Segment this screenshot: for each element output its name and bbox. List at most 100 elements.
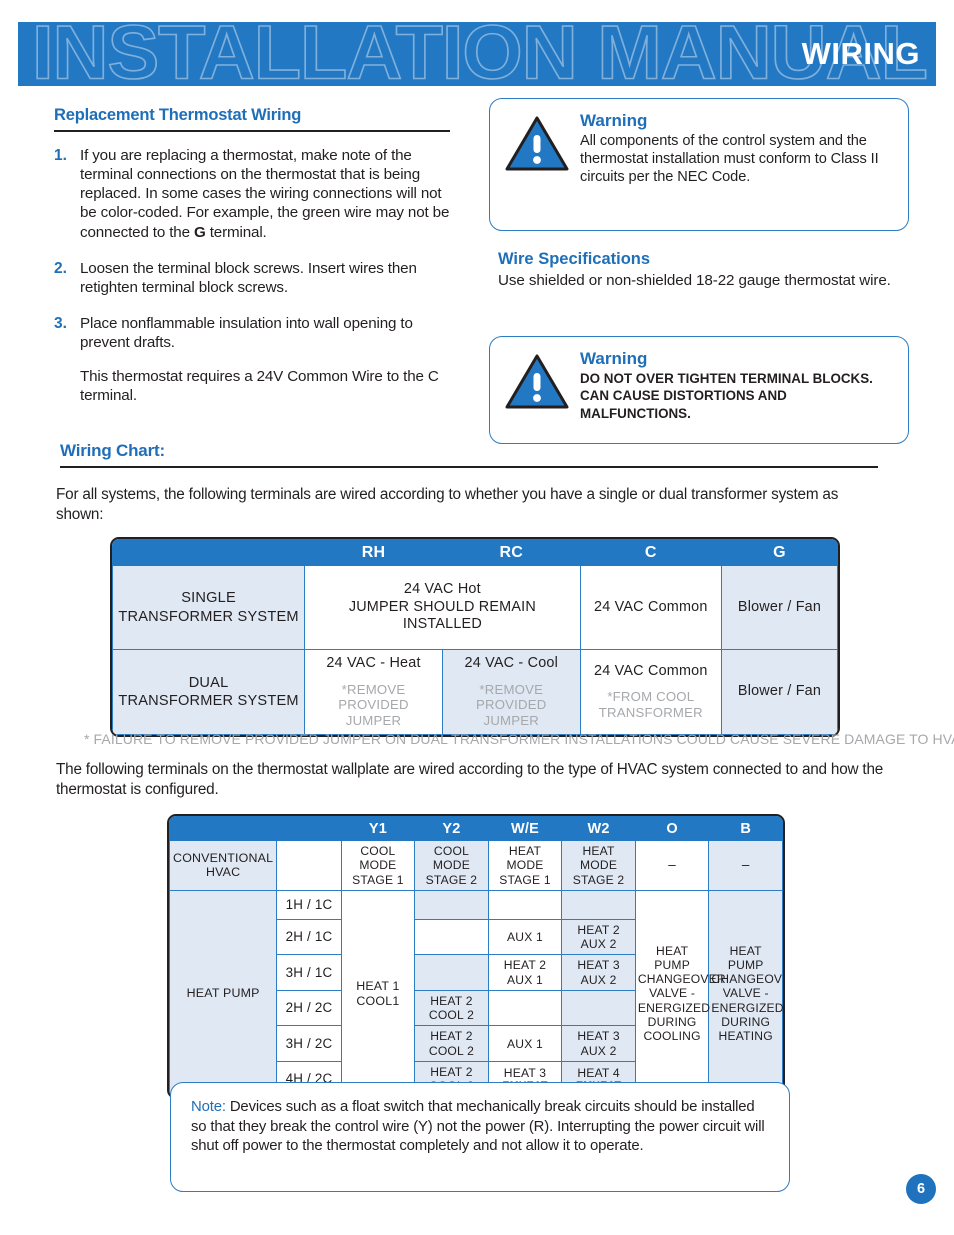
cell-line3: VALVE - <box>649 986 696 1001</box>
cell-line5: DURING <box>721 1015 771 1030</box>
row-label-line2: TRANSFORMER SYSTEM <box>118 608 299 625</box>
cell-line2: STAGE 1 <box>499 872 551 887</box>
page-banner: INSTALLATION MANUAL WIRING <box>18 22 936 86</box>
cell-hp-we <box>487 989 563 1027</box>
cell-subnote-line2: TRANSFORMER <box>598 705 703 721</box>
column-header-g: G <box>721 539 838 566</box>
wire-specifications-section: Wire Specifications Use shielded or non-… <box>498 250 898 290</box>
cell-hp-w2 <box>561 989 636 1027</box>
cell-hp-we: HEAT 2 AUX 1 <box>487 954 563 991</box>
wiring-chart-heading: Wiring Chart: <box>60 441 165 460</box>
cell-value: 24 VAC Common <box>594 662 708 679</box>
column-header-rh: RH <box>304 539 443 566</box>
cell-line2: AUX 2 <box>580 937 617 952</box>
replacement-wiring-section: Replacement Thermostat Wiring 1. If you … <box>54 106 450 423</box>
list-item: 2. Loosen the terminal block screws. Ins… <box>54 259 450 297</box>
hvac-table-intro: The following terminals on the thermosta… <box>56 761 884 798</box>
cell-line1: HEAT 2 <box>430 993 473 1008</box>
cell-line2: COOL1 <box>356 993 400 1008</box>
cell-value: 24 VAC - Cool <box>464 655 558 671</box>
cell-hp-w2: HEAT 2 AUX 2 <box>561 918 636 956</box>
cell-hp-y2 <box>414 889 489 920</box>
cell-hp-mode: 1H / 1C <box>276 889 342 920</box>
table-header-row: Y1 Y2 W/E W2 O B <box>169 816 783 841</box>
cell-hp-o: HEAT PUMP CHANGEOVER VALVE - ENERGIZED D… <box>634 889 726 1098</box>
cell-line1: HEAT 3 <box>577 1029 620 1044</box>
cell-conventional-y2: COOL MODE STAGE 2 <box>414 840 489 891</box>
cell-line2: COOL 2 <box>428 1008 475 1023</box>
cell-line1: HEAT 3 <box>503 1065 547 1080</box>
warning-content: Warning DO NOT OVER TIGHTEN TERMINAL BLO… <box>576 349 894 422</box>
row-label-single-transformer: SINGLE TRANSFORMER SYSTEM <box>112 565 306 650</box>
column-header-blank <box>112 539 306 566</box>
cell-subnote: *REMOVE PROVIDED JUMPER <box>309 682 438 730</box>
step-text-bold: G <box>193 223 206 241</box>
cell-line1: AUX 1 <box>507 929 543 944</box>
step-text: Place nonflammable insulation into wall … <box>80 314 413 352</box>
column-header-o: O <box>634 816 710 841</box>
cell-hp-y2 <box>414 954 489 991</box>
heading-divider <box>54 130 450 132</box>
row-label-conventional-hvac: CONVENTIONAL HVAC <box>169 840 278 891</box>
cell-subnote-line1: *FROM COOL <box>607 689 695 705</box>
warning-text: All components of the control system and… <box>580 133 879 186</box>
cell-line2: STAGE 2 <box>425 872 478 887</box>
warning-box-nec: Warning All components of the control sy… <box>489 98 909 231</box>
row-label-line1: SINGLE <box>181 590 236 607</box>
column-header-we: W/E <box>487 816 563 841</box>
cell-line1: AUX 1 <box>507 1036 543 1051</box>
page-number-badge: 6 <box>906 1174 936 1204</box>
transformer-wiring-table: RH RC C G SINGLE TRANSFORMER SYSTEM 24 V… <box>110 537 840 738</box>
cell-line1: 24 VAC Hot <box>403 581 481 598</box>
cell-hp-mode: 2H / 2C <box>276 989 342 1027</box>
column-header-w2: W2 <box>561 816 636 841</box>
cell-line2: STAGE 2 <box>572 872 625 887</box>
cell-single-rh-rc: 24 VAC Hot JUMPER SHOULD REMAIN INSTALLE… <box>304 565 581 650</box>
step-text-group: Place nonflammable insulation into wall … <box>80 314 450 406</box>
cell-subnote-line2: JUMPER <box>483 713 539 729</box>
hvac-wiring-table: Y1 Y2 W/E W2 O B CONVENTIONAL HVAC COOL … <box>167 814 785 1100</box>
cell-hp-we: AUX 1 <box>487 1025 563 1062</box>
cell-hp-we <box>487 889 563 920</box>
note-text: Note: Devices such as a float switch tha… <box>191 1098 769 1157</box>
table-row: HEAT PUMP 1H / 1C HEAT 1 COOL1 HEAT PUMP… <box>169 889 783 1098</box>
warning-box-terminal-blocks: Warning DO NOT OVER TIGHTEN TERMINAL BLO… <box>489 336 909 444</box>
row-label-dual-transformer: DUAL TRANSFORMER SYSTEM <box>112 648 306 736</box>
cell-conventional-b: – <box>708 840 783 891</box>
cell-line1: COOL MODE <box>432 844 470 873</box>
warning-text: DO NOT OVER TIGHTEN TERMINAL BLOCKS. CAN… <box>580 371 873 421</box>
cell-line1: HEAT PUMP <box>654 943 690 972</box>
cell-single-g: Blower / Fan <box>721 565 838 650</box>
cell-subnote-line1: *REMOVE PROVIDED <box>338 681 409 713</box>
cell-line1: HEAT 3 <box>577 958 620 973</box>
table-row: SINGLE TRANSFORMER SYSTEM 24 VAC Hot JUM… <box>112 565 838 650</box>
column-header-blank-2 <box>276 816 342 841</box>
cell-conventional-w2: HEAT MODE STAGE 2 <box>561 840 636 891</box>
wire-specifications-title: Wire Specifications <box>498 250 651 268</box>
step-text-extra: This thermostat requires a 24V Common Wi… <box>80 368 439 405</box>
wiring-chart-divider <box>60 466 878 468</box>
cell-line1: HEAT 2 <box>503 958 547 973</box>
cell-line1: HEAT MODE <box>506 844 544 873</box>
cell-line2: AUX 2 <box>580 1043 617 1058</box>
cell-line1: HEAT 2 <box>430 1029 473 1044</box>
cell-line1: HEAT MODE <box>580 844 618 873</box>
cell-subnote: *FROM COOL TRANSFORMER <box>585 689 717 721</box>
warning-content: Warning All components of the control sy… <box>576 111 894 187</box>
cell-hp-mode: 3H / 2C <box>276 1025 342 1062</box>
row-label-line2: HVAC <box>205 865 241 880</box>
warning-title: Warning <box>580 349 648 368</box>
cell-line1: HEAT PUMP <box>727 943 764 972</box>
warning-triangle-icon <box>504 111 576 173</box>
row-label-line1: CONVENTIONAL <box>173 850 274 865</box>
cell-line1: HEAT 4 <box>577 1065 620 1080</box>
step-number: 3. <box>54 314 67 332</box>
wiring-chart-intro: For all systems, the following terminals… <box>56 486 839 523</box>
step-number: 2. <box>54 259 67 277</box>
column-header-rc: RC <box>441 539 581 566</box>
cell-line2: JUMPER SHOULD REMAIN INSTALLED <box>348 598 536 633</box>
step-text: If you are replacing a thermostat, make … <box>80 146 450 242</box>
cell-line1: COOL MODE <box>359 844 397 873</box>
warning-title: Warning <box>580 111 648 130</box>
cell-dual-rh: 24 VAC - Heat *REMOVE PROVIDED JUMPER <box>304 648 443 736</box>
